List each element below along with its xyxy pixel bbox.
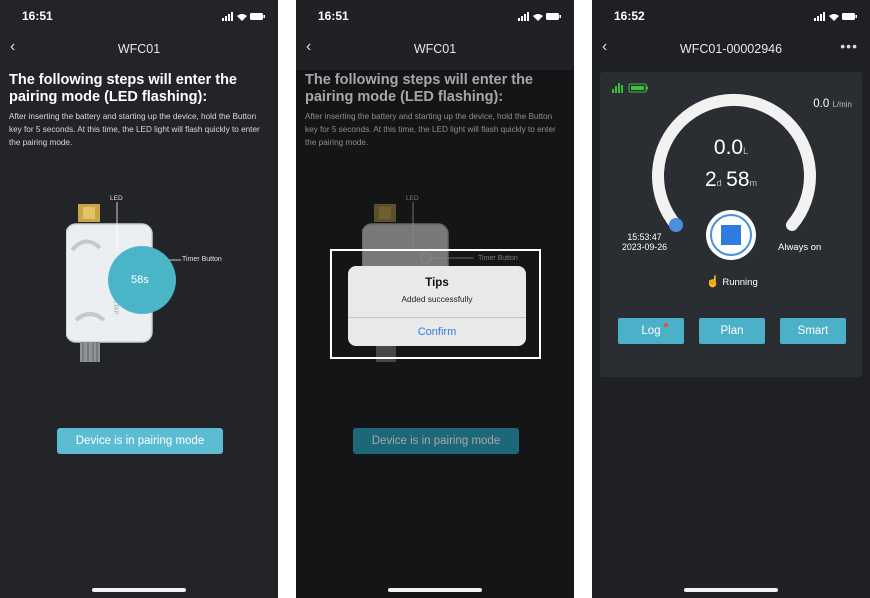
- status-icons: [814, 12, 857, 21]
- led-label: LED: [110, 195, 123, 202]
- mode-label: Always on: [778, 242, 822, 253]
- status-time: 16:51: [22, 9, 53, 23]
- log-button[interactable]: Log: [618, 318, 684, 344]
- status-label: Running: [722, 277, 758, 288]
- status-icons: [222, 12, 265, 21]
- days-unit: d: [716, 178, 722, 188]
- remaining-time-display: 2d 58m: [600, 168, 862, 192]
- nav-bar: ‹ WFC01: [0, 30, 278, 68]
- home-indicator: [684, 588, 778, 592]
- start-timestamp: 15:53:47 2023-09-26: [622, 232, 667, 252]
- flow-rate: 0.0 L/min: [813, 98, 852, 110]
- screen-pairing-success: 16:51 ‹ WFC01 The following steps will e…: [296, 0, 574, 598]
- volume-value: 0.0: [713, 136, 744, 159]
- page-title: WFC01: [413, 42, 457, 56]
- tips-dialog: Tips Added successfully Confirm: [348, 266, 526, 346]
- minutes-value: 58: [726, 168, 750, 191]
- instruction-text: After inserting the battery and starting…: [9, 112, 260, 147]
- status-time: 16:51: [318, 9, 349, 23]
- status-time: 16:52: [614, 9, 645, 23]
- status-bar: 16:51: [296, 0, 574, 30]
- more-icon[interactable]: •••: [840, 38, 858, 54]
- status-bar: 16:51: [0, 0, 278, 30]
- start-time: 15:53:47: [627, 232, 662, 242]
- plan-button[interactable]: Plan: [699, 318, 765, 344]
- nav-bar: ‹ WFC01-00002946 •••: [592, 30, 870, 68]
- stop-icon: [721, 225, 741, 245]
- screen-device-dashboard: 16:52 ‹ WFC01-00002946 ••• 0.0 L/min 0.0…: [592, 0, 870, 598]
- confirm-button[interactable]: Confirm: [348, 318, 526, 346]
- volume-display: 0.0L: [600, 136, 862, 160]
- pairing-mode-button[interactable]: Device is in pairing mode: [57, 428, 223, 454]
- countdown-text: 58s: [131, 274, 149, 286]
- page-title: WFC01: [117, 42, 161, 56]
- stop-button[interactable]: [706, 210, 756, 260]
- signal-battery-icons: [612, 83, 648, 93]
- nav-bar: ‹ WFC01: [296, 30, 574, 68]
- log-label: Log: [641, 325, 661, 337]
- smart-button[interactable]: Smart: [780, 318, 846, 344]
- dialog-message: Added successfully: [401, 294, 473, 304]
- dialog-title: Tips: [425, 277, 449, 289]
- flow-unit: L/min: [832, 100, 852, 109]
- hand-icon: ☝: [706, 276, 720, 288]
- volume-unit: L: [743, 146, 749, 156]
- running-status: ☝ Running: [706, 275, 758, 288]
- page-title: WFC01-00002946: [679, 42, 783, 56]
- status-icons: [518, 12, 561, 21]
- days-value: 2: [704, 168, 717, 191]
- instruction-heading: The following steps will enter the pairi…: [9, 72, 237, 105]
- home-indicator: [92, 588, 186, 592]
- screen-pairing-instructions: 16:51 ‹ WFC01 The following steps will e…: [0, 0, 278, 598]
- status-bar: 16:52: [592, 0, 870, 30]
- home-indicator: [388, 588, 482, 592]
- start-date: 2023-09-26: [622, 242, 667, 252]
- timer-button-label: Timer Button: [182, 256, 222, 263]
- notification-dot: [664, 323, 668, 327]
- device-illustration: LINKTAP: [66, 202, 181, 362]
- minutes-unit: m: [749, 178, 758, 188]
